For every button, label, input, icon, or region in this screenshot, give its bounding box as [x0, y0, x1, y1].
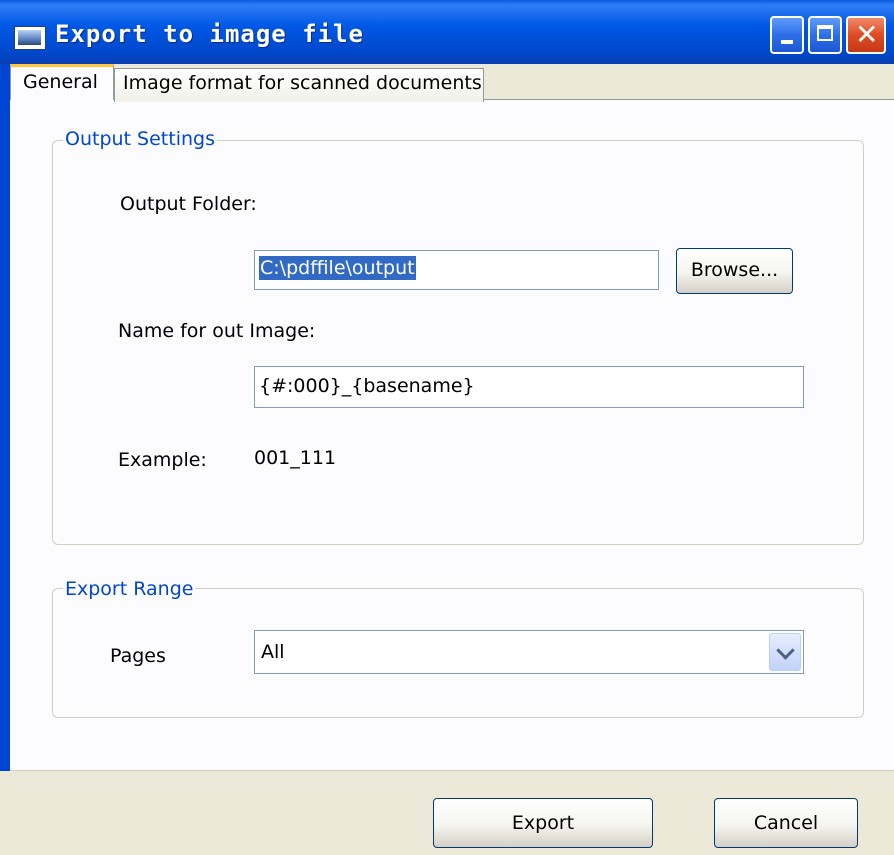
output-folder-value: C:\pdffile\output — [259, 256, 416, 280]
footer-divider — [10, 770, 894, 771]
export-dialog: Export to image file ✕ General Image for… — [0, 0, 894, 855]
example-label: Example: — [118, 449, 207, 471]
tab-image-format[interactable]: Image format for scanned documents — [114, 68, 484, 102]
pages-select[interactable]: All — [254, 630, 804, 674]
image-name-label: Name for out Image: — [118, 320, 316, 342]
tab-general[interactable]: General — [10, 64, 114, 100]
window-left-border — [0, 64, 10, 804]
export-range-legend: Export Range — [63, 578, 196, 600]
example-value: 001_111 — [254, 447, 337, 469]
output-folder-input[interactable]: C:\pdffile\output — [254, 250, 659, 290]
image-app-icon — [14, 26, 46, 50]
image-name-input[interactable]: {#:000}_{basename} — [254, 366, 804, 408]
tab-general-label: General — [23, 71, 98, 93]
tab-image-format-label: Image format for scanned documents — [123, 72, 482, 94]
minimize-button[interactable] — [770, 16, 804, 54]
window-title: Export to image file — [55, 20, 364, 48]
output-folder-label: Output Folder: — [120, 193, 257, 215]
chevron-down-icon[interactable] — [769, 633, 801, 671]
pages-label: Pages — [110, 645, 166, 667]
browse-button[interactable]: Browse... — [676, 248, 793, 294]
close-button[interactable]: ✕ — [846, 16, 886, 54]
export-button[interactable]: Export — [433, 798, 653, 848]
close-icon: ✕ — [855, 18, 879, 51]
pages-select-value: All — [261, 641, 285, 663]
cancel-button[interactable]: Cancel — [714, 798, 858, 848]
output-settings-legend: Output Settings — [63, 128, 217, 150]
maximize-button[interactable] — [808, 16, 842, 54]
title-bar[interactable]: Export to image file ✕ — [0, 0, 894, 64]
